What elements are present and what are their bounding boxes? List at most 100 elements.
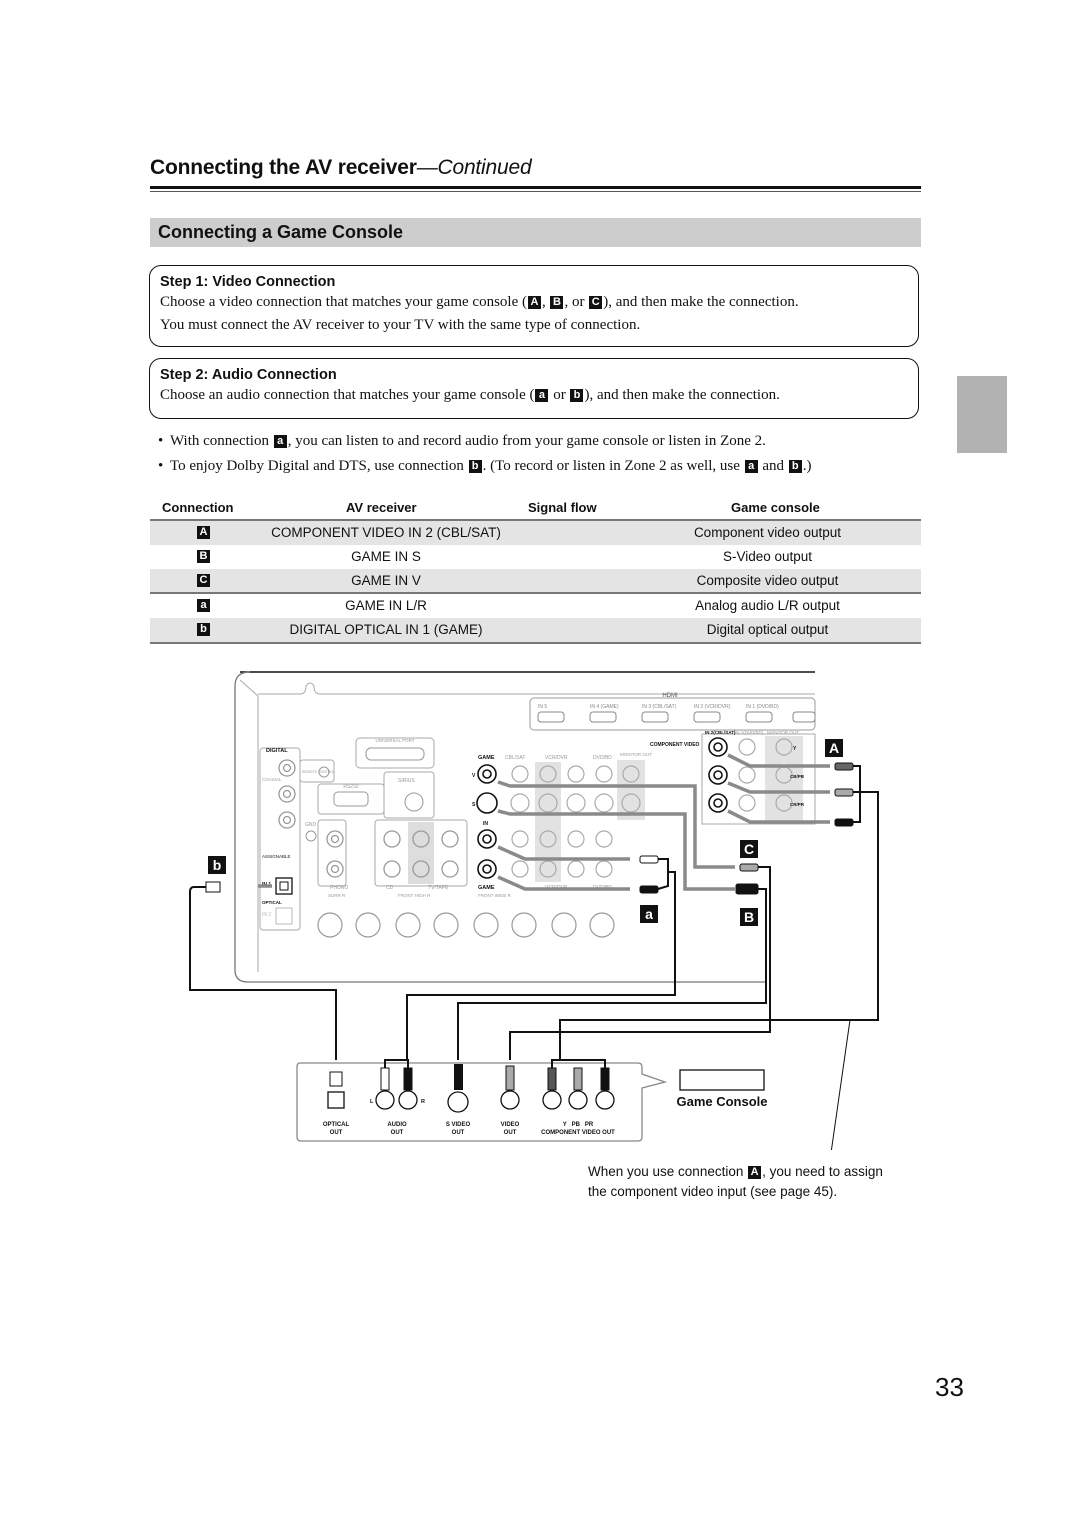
digital-label: DIGITAL [266,748,288,754]
video-jack [511,765,529,783]
phono-r-jack [326,860,344,878]
monitor-out-shade [617,760,645,820]
plug-component-pr [834,818,854,827]
game-console-icon [679,1069,765,1091]
hdmi-in1-label: IN 1 (DVD/BD) [746,704,779,710]
game-s-jack [476,792,498,814]
optical-in2-jack [275,907,293,925]
hdmi-label: HDMI [662,693,678,699]
console-port-label: VIDEO [501,1122,520,1128]
optical-label: OPTICAL [262,900,282,905]
optical-in2-label: IN 2 [262,912,271,918]
cell-receiver: GAME IN V [351,573,421,588]
badge-C-text: C [744,841,754,857]
console-port-sublabel: COMPONENT VIDEO OUT [541,1130,615,1136]
gnd-label: GND [305,822,317,828]
audio-jack [567,830,585,848]
hdmi-port [589,711,617,723]
subheading-bar: Connecting a Game Console [150,218,921,247]
cell-console: Component video output [693,525,842,540]
component-in1-label: IN 1(DVD/BD) [735,730,764,735]
badge-A-text: A [829,740,839,756]
component-in2-label: IN 2(CBL/SAT) [705,730,736,735]
badge-b: b [788,460,802,473]
audio-jack [511,860,529,878]
hdmi-port [537,711,565,723]
audio-jack [595,860,613,878]
game-label-top: GAME [478,755,495,761]
jack-center [482,834,492,844]
plug-optical [205,881,221,893]
table-row: A COMPONENT VIDEO IN 2 (CBL/SAT) Compone… [150,521,921,545]
arrow-composite [497,780,735,869]
cell-receiver: GAME IN L/R [345,598,427,613]
universal-port-label: UNIVERSAL PORT [375,738,414,743]
game-label-bottom: GAME [478,885,495,891]
audio-jack [511,830,529,848]
jack-center [482,769,492,779]
universal-port-connector [365,747,425,761]
sirius-jack [404,792,424,812]
cell-receiver: DIGITAL OPTICAL IN 1 (GAME) [289,622,483,637]
rs232-connector [333,791,369,807]
component-video-label: COMPONENT VIDEO [650,742,700,748]
cd-l-jack [383,830,401,848]
badge-b: b [570,389,584,402]
cbl-sat-label: CBL/SAT [505,755,525,761]
jack-center [713,798,723,808]
footnote-line2: the component video input (see page 45). [588,1184,838,1199]
tvtape-label: TV/TAPE [428,885,449,891]
connection-badge: B [197,550,210,563]
rs232-label: RS232 [343,784,359,790]
plug-audio-l [639,855,659,864]
console-port-sublabel: OUT [452,1130,465,1136]
cb-pb-label: CB/PB [790,774,805,779]
connection-badge: a [197,599,210,612]
plug-composite [739,863,759,872]
plugs [205,762,854,895]
front-high-r-label: FRONT HIGH R [398,893,431,898]
hdmi-in5-label: IN 5 [538,704,547,710]
console-optical-jack [327,1091,345,1109]
console-port-sublabel: OUT [504,1130,517,1136]
v-label: V [472,773,476,779]
jack-center [282,763,292,773]
plug-component-y [834,762,854,771]
arrow-svideo [497,809,735,891]
component-in1-jack [738,738,756,756]
badge-A: A [748,1166,762,1179]
section-title-suffix: —Continued [416,156,532,179]
hdmi-port [745,711,773,723]
hdmi-out-port [792,711,816,723]
console-component-y-plug [547,1067,557,1091]
console-port-label: OPTICAL [323,1122,350,1128]
cell-receiver: GAME IN S [351,549,421,564]
cd-r-jack [383,860,401,878]
cd-label: CD [386,885,394,891]
plug-svideo [735,883,759,895]
step1-title: Step 1: Video Connection [160,274,336,290]
svideo-jack [566,793,586,813]
cell-console: Digital optical output [706,622,829,637]
hdmi-in2-label: IN 2 (VCR/DVR) [694,704,731,710]
monitor-out-label: MONITOR OUT [620,752,652,757]
col-header-signal-flow: Signal flow [528,500,597,515]
audio-jack [595,830,613,848]
jack-center [713,742,723,752]
console-component-pb-plug [573,1067,583,1091]
optical-in1-jack [275,877,293,895]
console-video-plug [505,1065,515,1091]
gnd-terminal [305,830,317,842]
surr-r-label: SURR R [328,893,346,898]
video-jack [595,765,613,783]
cell-console: S-Video output [722,549,813,564]
section-title-text: Connecting the AV receiver [150,156,417,179]
game-console-title: Game Console [676,1094,767,1109]
component-monitor-out-shade [765,736,803,822]
badge-a: a [744,460,758,473]
step1-line1: Choose a video connection that matches y… [160,294,799,310]
col-header-av-receiver: AV receiver [346,500,417,515]
connection-badge: A [197,526,210,539]
speaker-terminal [511,912,537,938]
hdmi-port [693,711,721,723]
